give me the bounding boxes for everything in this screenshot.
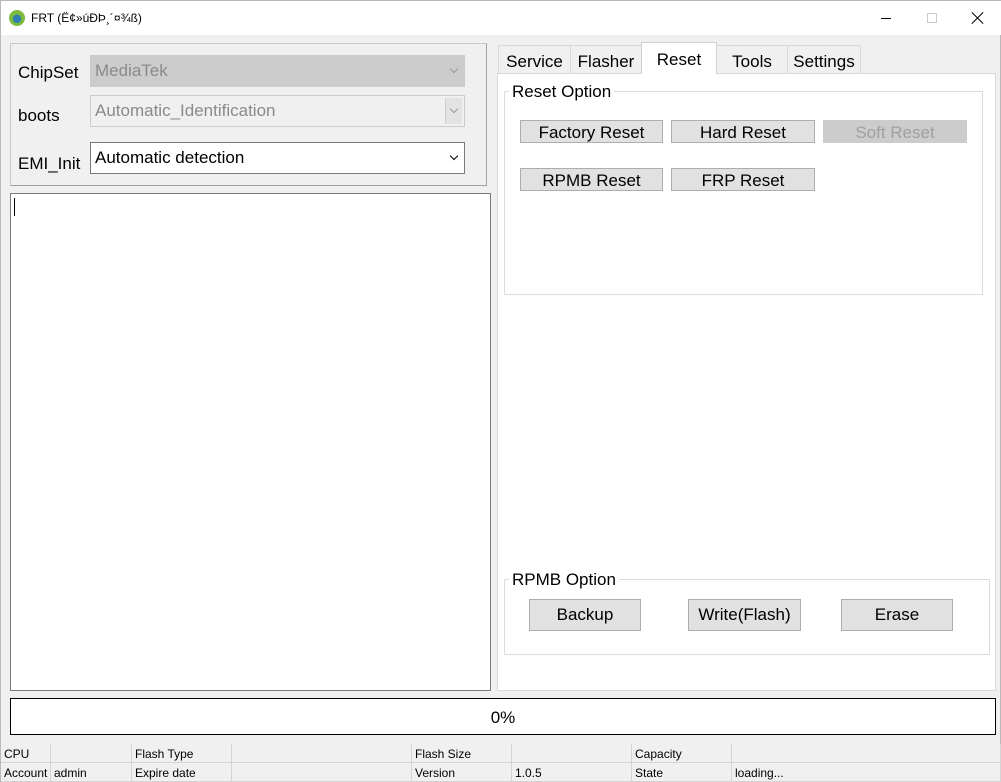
window-title: FRT (Ë¢»úÐÞ¸´¤¾ß) (31, 11, 142, 25)
close-icon (972, 12, 984, 24)
cpu-value (51, 744, 132, 763)
soft-reset-button[interactable]: Soft Reset (823, 120, 967, 143)
cpu-label: CPU (1, 744, 51, 763)
tab-flasher[interactable]: Flasher (570, 45, 642, 73)
rpmb-backup-button[interactable]: Backup (529, 599, 641, 631)
version-value: 1.0.5 (512, 763, 632, 782)
chevron-down-icon (445, 58, 462, 84)
version-label: Version (412, 763, 512, 782)
tab-reset[interactable]: Reset (641, 42, 717, 74)
app-logo-icon (9, 10, 25, 26)
flash-size-value (512, 744, 632, 763)
text-caret (14, 198, 15, 216)
minimize-button[interactable] (863, 1, 909, 35)
rpmb-option-title: RPMB Option (509, 570, 619, 590)
expire-date-value (232, 763, 412, 782)
app-window: FRT (Ë¢»úÐÞ¸´¤¾ß) ChipSet MediaTek boots… (0, 0, 1001, 782)
boots-label: boots (18, 106, 60, 125)
rpmb-write-button[interactable]: Write(Flash) (688, 599, 801, 631)
account-value: admin (51, 763, 132, 782)
reset-tab-panel: Reset Option Factory Reset Hard Reset So… (497, 73, 996, 691)
tab-settings[interactable]: Settings (787, 45, 861, 73)
maximize-button[interactable] (909, 1, 955, 35)
tab-service[interactable]: Service (498, 45, 571, 73)
close-button[interactable] (955, 1, 1001, 35)
expire-date-label: Expire date (132, 763, 232, 782)
config-panel: ChipSet MediaTek boots Automatic_Identif… (10, 43, 487, 186)
minimize-icon (881, 17, 891, 19)
chevron-down-icon (445, 98, 462, 124)
flash-type-value (232, 744, 412, 763)
flash-type-label: Flash Type (132, 744, 232, 763)
frp-reset-button[interactable]: FRP Reset (671, 168, 815, 191)
progress-bar: 0% (10, 698, 996, 735)
chipset-label: ChipSet (18, 63, 79, 82)
reset-option-title: Reset Option (509, 82, 615, 102)
maximize-icon (927, 13, 937, 23)
rpmb-erase-button[interactable]: Erase (841, 599, 953, 631)
hard-reset-button[interactable]: Hard Reset (671, 120, 815, 143)
capacity-value (732, 744, 1001, 763)
chevron-down-icon (445, 145, 462, 171)
emi-init-value: Automatic detection (95, 148, 245, 167)
tab-tools[interactable]: Tools (716, 45, 788, 73)
rpmb-reset-button[interactable]: RPMB Reset (520, 168, 663, 191)
account-label: Account (1, 763, 51, 782)
log-textarea[interactable] (10, 193, 491, 691)
emi-init-select[interactable]: Automatic detection (90, 142, 465, 174)
boots-value: Automatic_Identification (95, 101, 276, 120)
title-bar[interactable]: FRT (Ë¢»úÐÞ¸´¤¾ß) (1, 1, 1001, 35)
boots-select[interactable]: Automatic_Identification (90, 95, 465, 127)
chipset-select[interactable]: MediaTek (90, 55, 465, 87)
chipset-value: MediaTek (95, 61, 168, 80)
emi-init-label: EMI_Init (18, 154, 81, 173)
state-value: loading... (732, 763, 1001, 782)
state-label: State (632, 763, 732, 782)
factory-reset-button[interactable]: Factory Reset (520, 120, 663, 143)
flash-size-label: Flash Size (412, 744, 512, 763)
status-bar: CPU Flash Type Flash Size Capacity Accou… (1, 744, 1001, 782)
progress-percent: 0% (490, 708, 516, 727)
capacity-label: Capacity (632, 744, 732, 763)
